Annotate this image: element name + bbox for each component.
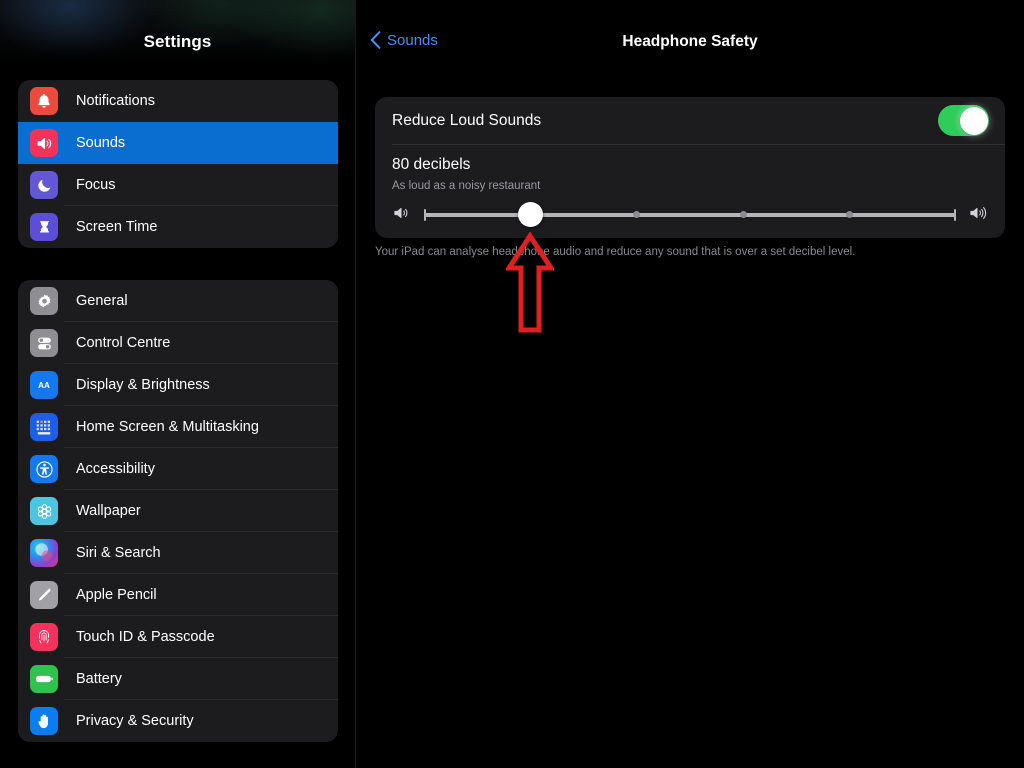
detail-title: Headphone Safety — [622, 33, 758, 50]
reduce-loud-sounds-row[interactable]: Reduce Loud Sounds — [375, 97, 1005, 144]
decibel-block: 80 decibels As loud as a noisy restauran… — [375, 145, 1005, 192]
fingerprint-icon — [30, 623, 58, 651]
sidebar-item-home-screen-multitasking[interactable]: Home Screen & Multitasking — [18, 406, 338, 448]
slider-cap-left — [424, 209, 426, 221]
accessibility-icon — [30, 455, 58, 483]
slider-tick — [739, 211, 747, 218]
sidebar-item-label: Notifications — [76, 92, 155, 109]
siri-orb-icon — [30, 539, 58, 567]
toggles-icon — [30, 329, 58, 357]
sidebar-item-sounds[interactable]: Sounds — [18, 122, 338, 164]
headphone-safety-pane: Sounds Headphone Safety Reduce Loud Soun… — [356, 0, 1024, 768]
moon-icon — [30, 171, 58, 199]
flower-icon — [30, 497, 58, 525]
reduce-loud-sounds-label: Reduce Loud Sounds — [392, 111, 542, 129]
sidebar-item-focus[interactable]: Focus — [18, 164, 338, 206]
decibel-value: 80 decibels — [392, 156, 471, 173]
sidebar-group-1: Notifications Sounds Focus Screen Time — [18, 80, 338, 248]
decibel-description: As loud as a noisy restaurant — [392, 180, 541, 192]
sidebar-item-label: Display & Brightness — [76, 376, 210, 393]
slider-cap-right — [954, 209, 956, 221]
sidebar-item-label: Privacy & Security — [76, 712, 194, 729]
sidebar-item-label: Touch ID & Passcode — [76, 628, 215, 645]
sidebar-item-label: Wallpaper — [76, 502, 141, 519]
speaker-low-icon[interactable] — [392, 204, 412, 227]
red-up-arrow-annotation — [506, 232, 554, 333]
footnote-text: Your iPad can analyse headphone audio an… — [375, 246, 856, 258]
sidebar-item-general[interactable]: General — [18, 280, 338, 322]
sidebar-item-label: Battery — [76, 670, 122, 687]
slider-track-line — [424, 213, 956, 217]
sidebar-item-display-brightness[interactable]: AA Display & Brightness — [18, 364, 338, 406]
svg-text:AA: AA — [38, 381, 50, 390]
sidebar-item-label: Apple Pencil — [76, 586, 157, 603]
sidebar-item-label: Focus — [76, 176, 116, 193]
home-grid-icon — [30, 413, 58, 441]
sidebar-item-screen-time[interactable]: Screen Time — [18, 206, 338, 248]
sidebar-item-label: Control Centre — [76, 334, 171, 351]
sidebar-item-touch-id-passcode[interactable]: Touch ID & Passcode — [18, 616, 338, 658]
page-title: Settings — [143, 32, 212, 51]
speaker-waves-icon — [30, 129, 58, 157]
sidebar-item-label: Home Screen & Multitasking — [76, 418, 259, 435]
bell-icon — [30, 87, 58, 115]
gear-icon — [30, 287, 58, 315]
sidebar-item-privacy-security[interactable]: Privacy & Security — [18, 700, 338, 742]
sidebar-item-wallpaper[interactable]: Wallpaper — [18, 490, 338, 532]
speaker-high-icon[interactable] — [968, 204, 988, 227]
sidebar-item-label: Sounds — [76, 134, 126, 151]
ipad-settings-screen: Settings Notifications Sounds Focus Scre… — [0, 0, 1024, 768]
sidebar-item-label: Accessibility — [76, 460, 155, 477]
sidebar-item-notifications[interactable]: Notifications — [18, 80, 338, 122]
settings-sidebar: Settings Notifications Sounds Focus Scre… — [0, 0, 355, 768]
sidebar-item-control-centre[interactable]: Control Centre — [18, 322, 338, 364]
sidebar-item-label: Screen Time — [76, 218, 158, 235]
decibel-slider-row[interactable] — [392, 192, 988, 238]
sidebar-item-label: General — [76, 292, 128, 309]
hand-icon — [30, 707, 58, 735]
hourglass-icon — [30, 213, 58, 241]
slider-track[interactable] — [424, 202, 956, 227]
sidebar-item-accessibility[interactable]: Accessibility — [18, 448, 338, 490]
sidebar-item-apple-pencil[interactable]: Apple Pencil — [18, 574, 338, 616]
toggle-knob — [959, 106, 988, 135]
sidebar-item-battery[interactable]: Battery — [18, 658, 338, 700]
aa-text-icon: AA — [30, 371, 58, 399]
battery-icon — [30, 665, 58, 693]
sidebar-item-siri-search[interactable]: Siri & Search — [18, 532, 338, 574]
headphone-safety-card: Reduce Loud Sounds 80 decibels As loud a… — [375, 97, 1005, 238]
pencil-icon — [30, 581, 58, 609]
sidebar-group-2: General Control Centre AA Display & Brig… — [18, 280, 338, 742]
reduce-loud-sounds-toggle[interactable] — [938, 105, 989, 136]
slider-knob[interactable] — [517, 202, 543, 227]
sidebar-item-label: Siri & Search — [76, 544, 161, 561]
